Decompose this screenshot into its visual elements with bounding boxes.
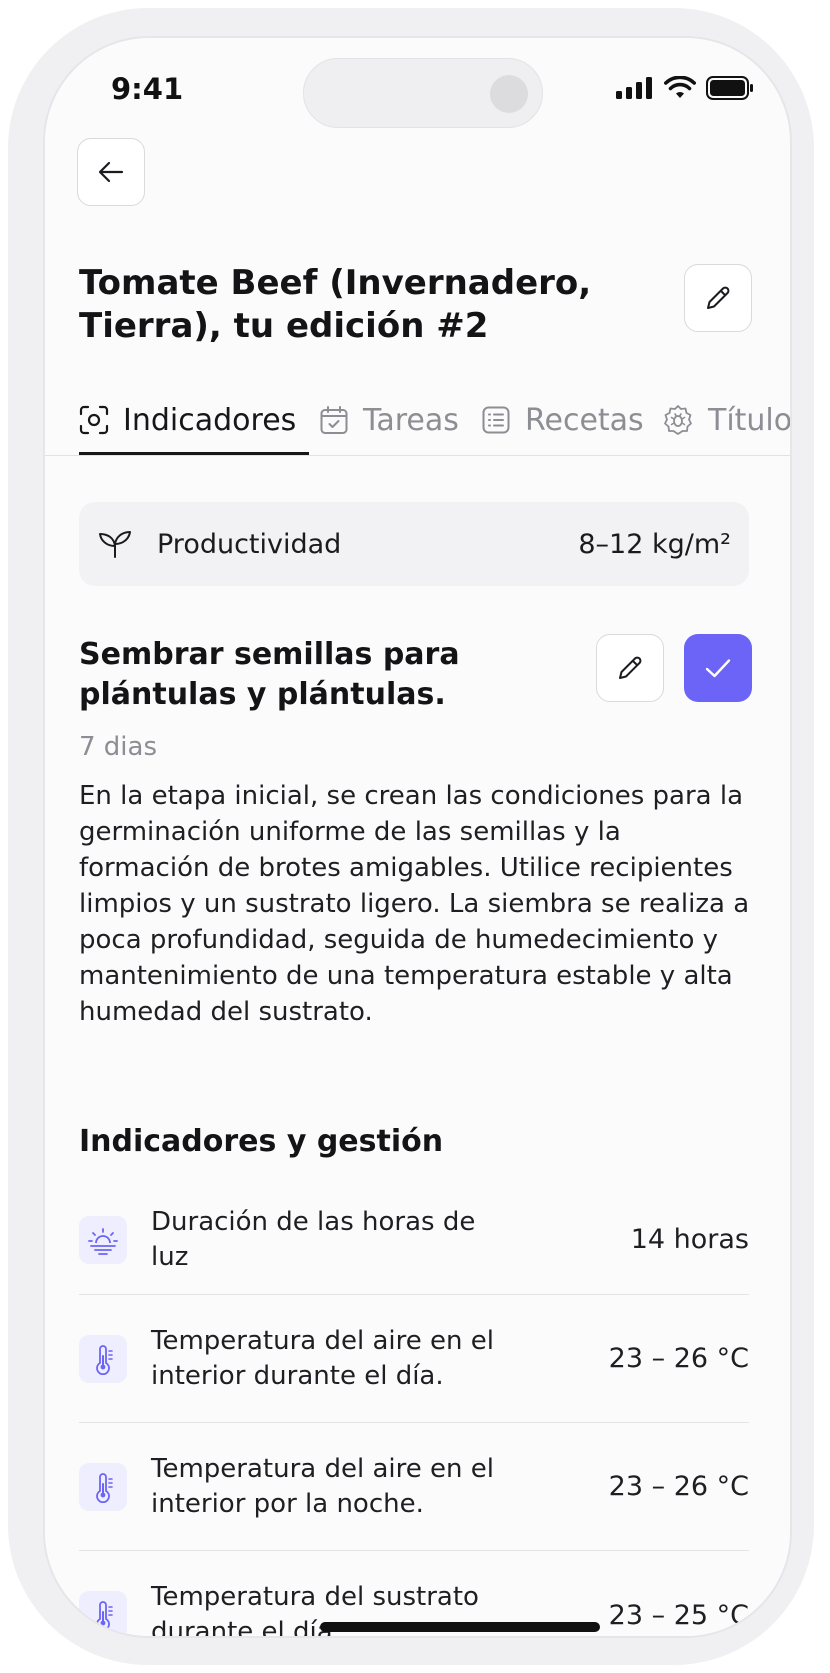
arrow-left-icon [98,161,124,183]
back-button[interactable] [77,138,145,206]
calendar-check-icon [320,406,348,434]
indicator-label: Temperatura del aire en el interior dura… [151,1325,494,1391]
status-time: 9:41 [111,72,184,106]
indicator-row[interactable]: Temperatura del aire en el interior por … [79,1423,749,1551]
tab-titulos[interactable]: Títulos [662,384,792,456]
wifi-icon [664,76,696,98]
tab-bar: Indicadores Tareas Recetas Títulos [45,384,792,456]
indicator-label: Temperatura del aire en el interior por … [151,1453,494,1519]
edit-stage-button[interactable] [596,634,664,702]
indicator-row[interactable]: Temperatura del aire en el interior dura… [79,1295,749,1423]
camera-dot [490,75,528,113]
tab-tareas[interactable]: Tareas [319,384,459,456]
stage-title: Sembrar semillas para plántulas y plántu… [79,637,460,712]
check-icon [705,659,731,678]
tab-indicadores[interactable]: Indicadores [79,384,296,456]
thermometer-icon [79,1591,127,1636]
tab-label: Indicadores [123,402,297,438]
active-tab-indicator [79,452,309,455]
productivity-card: Productividad 8–12 kg/m² [79,502,749,586]
signal-icon [616,77,652,99]
list-icon [482,406,510,434]
complete-stage-button[interactable] [684,634,752,702]
stage-duration: 7 dias [79,732,158,762]
tab-label: Títulos [708,402,792,438]
bug-gear-icon [664,405,692,435]
section-title: Indicadores y gestión [79,1124,444,1159]
thermometer-icon [79,1334,127,1383]
dynamic-island [303,58,543,128]
indicator-label: Duración de las horas de luz [151,1206,476,1272]
pencil-icon [707,286,730,309]
indicator-value: 14 horas [630,1224,749,1255]
sunrise-icon [79,1215,127,1264]
thermometer-icon [79,1462,127,1511]
scan-icon [79,405,109,435]
battery-icon [706,76,753,100]
sprout-icon [99,531,131,558]
home-indicator[interactable] [320,1622,600,1632]
status-icons [616,76,754,100]
edit-title-button[interactable] [684,264,752,332]
tab-label: Recetas [525,402,644,438]
page-title: Tomate Beef (Invernadero, Tierra), tu ed… [79,263,592,346]
stage-description: En la etapa inicial, se crean las condic… [79,781,750,1027]
tab-label: Tareas [363,402,459,438]
indicator-value: 23 – 26 °C [608,1343,749,1374]
phone-screen: 9:41 Tomate Beef (Invernadero, Tierra), … [43,36,792,1638]
productivity-label: Productividad [157,528,342,560]
indicator-value: 23 – 25 °C [608,1599,749,1631]
pencil-icon [619,656,642,679]
productivity-value: 8–12 kg/m² [578,528,731,560]
tab-recetas[interactable]: Recetas [481,384,644,456]
indicator-value: 23 – 26 °C [608,1471,749,1502]
indicator-row[interactable]: Duración de las horas de luz 14 horas [79,1185,749,1295]
